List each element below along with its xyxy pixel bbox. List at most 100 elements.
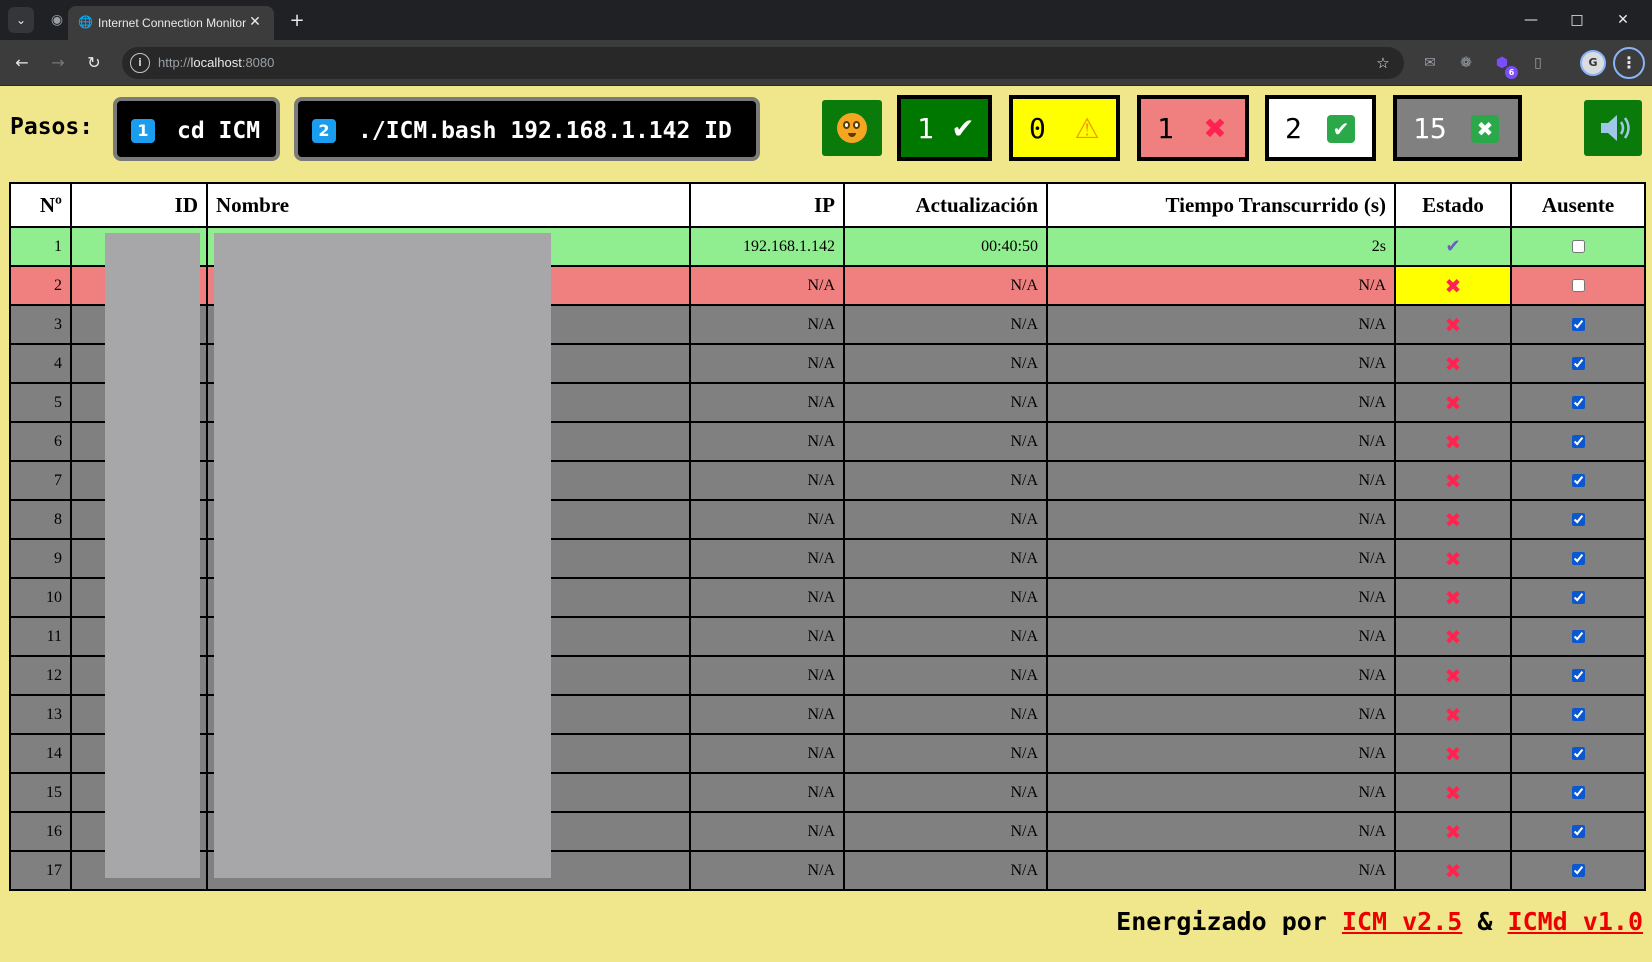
absent-checkbox[interactable] bbox=[1571, 669, 1585, 683]
col-header-num[interactable]: Nº bbox=[9, 182, 72, 228]
icmd-version-link[interactable]: ICMd v1.0 bbox=[1508, 907, 1643, 936]
absent-checkbox[interactable] bbox=[1571, 552, 1585, 566]
row-update: N/A bbox=[843, 694, 1048, 735]
sound-toggle-button[interactable] bbox=[1584, 100, 1642, 156]
absent-checkbox[interactable] bbox=[1571, 240, 1585, 254]
absent-checkbox[interactable] bbox=[1571, 786, 1585, 800]
minimize-button[interactable]: — bbox=[1508, 0, 1554, 40]
warning-count-box: 0 ⚠ bbox=[1009, 95, 1120, 161]
browser-tab-active[interactable]: 🌐 Internet Connection Monitor ✕ bbox=[68, 6, 274, 40]
row-elapsed: N/A bbox=[1046, 733, 1396, 774]
row-ip: N/A bbox=[689, 733, 845, 774]
absent-checkbox[interactable] bbox=[1571, 474, 1585, 488]
row-status: ✖ bbox=[1394, 772, 1512, 813]
warning-icon: ⚠ bbox=[1074, 112, 1100, 145]
row-status: ✖ bbox=[1394, 733, 1512, 774]
absent-checkbox[interactable] bbox=[1571, 825, 1585, 839]
shield-extension-icon[interactable]: ⬢ 6 bbox=[1490, 51, 1518, 79]
absent-checkbox[interactable] bbox=[1571, 357, 1585, 371]
absent-checkbox[interactable] bbox=[1571, 864, 1585, 878]
reload-icon[interactable]: ↻ bbox=[80, 49, 108, 77]
row-update: N/A bbox=[843, 655, 1048, 696]
absent-checkbox[interactable] bbox=[1571, 318, 1585, 332]
col-header-name[interactable]: Nombre bbox=[206, 182, 691, 228]
row-elapsed: N/A bbox=[1046, 304, 1396, 345]
row-number: 11 bbox=[9, 616, 72, 657]
present-count: 2 bbox=[1285, 112, 1302, 145]
row-update: N/A bbox=[843, 421, 1048, 462]
absent-checkbox[interactable] bbox=[1571, 708, 1585, 722]
row-ip: N/A bbox=[689, 772, 845, 813]
extension-badge: 6 bbox=[1505, 66, 1518, 79]
row-update: N/A bbox=[843, 304, 1048, 345]
tab-search-icon[interactable]: ⌄ bbox=[8, 7, 34, 33]
close-window-button[interactable]: ✕ bbox=[1600, 0, 1646, 40]
row-ip: N/A bbox=[689, 850, 845, 891]
offline-cross-icon: ✖ bbox=[1444, 468, 1462, 493]
row-number: 8 bbox=[9, 499, 72, 540]
col-header-id[interactable]: ID bbox=[70, 182, 208, 228]
row-number: 16 bbox=[9, 811, 72, 852]
row-status: ✖ bbox=[1394, 460, 1512, 501]
tab-close-icon[interactable]: ✕ bbox=[246, 13, 264, 31]
col-header-update[interactable]: Actualización bbox=[843, 182, 1048, 228]
maximize-button[interactable]: □ bbox=[1554, 0, 1600, 40]
row-elapsed: N/A bbox=[1046, 850, 1396, 891]
offline-cross-icon: ✖ bbox=[1444, 351, 1462, 376]
absent-checkbox[interactable] bbox=[1571, 396, 1585, 410]
browser-toolbar: ← → ↻ i http://localhost:8080 ☆ ✉ ❁ ⬢ 6 ▯ bbox=[0, 40, 1652, 86]
mail-extension-icon[interactable]: ✉ bbox=[1418, 51, 1442, 75]
absent-checkbox[interactable] bbox=[1571, 630, 1585, 644]
row-elapsed: N/A bbox=[1046, 655, 1396, 696]
offline-cross-icon: ✖ bbox=[1444, 429, 1462, 454]
row-absent bbox=[1510, 694, 1646, 735]
emoji-mode-button[interactable] bbox=[822, 100, 882, 156]
row-absent bbox=[1510, 265, 1646, 306]
row-absent bbox=[1510, 733, 1646, 774]
absent-checkbox[interactable] bbox=[1571, 591, 1585, 605]
row-elapsed: 2s bbox=[1046, 226, 1396, 267]
row-absent bbox=[1510, 382, 1646, 423]
forward-icon[interactable]: → bbox=[44, 49, 72, 77]
offline-cross-icon: ✖ bbox=[1444, 585, 1462, 610]
row-elapsed: N/A bbox=[1046, 694, 1396, 735]
puzzle-extensions-icon[interactable]: ▯ bbox=[1526, 51, 1550, 75]
row-number: 14 bbox=[9, 733, 72, 774]
inactive-tab-icon[interactable]: ◉ bbox=[46, 9, 68, 31]
back-icon[interactable]: ← bbox=[8, 49, 36, 77]
absent-checkbox[interactable] bbox=[1571, 513, 1585, 527]
row-update: N/A bbox=[843, 265, 1048, 306]
col-header-ip[interactable]: IP bbox=[689, 182, 845, 228]
row-ip: N/A bbox=[689, 577, 845, 618]
offline-cross-icon: ✖ bbox=[1444, 390, 1462, 415]
absent-checkbox[interactable] bbox=[1571, 435, 1585, 449]
row-status: ✖ bbox=[1394, 304, 1512, 345]
col-header-absent[interactable]: Ausente bbox=[1510, 182, 1646, 228]
absent-checkbox[interactable] bbox=[1571, 279, 1585, 293]
offline-cross-icon: ✖ bbox=[1444, 273, 1462, 298]
profile-avatar[interactable]: G bbox=[1580, 50, 1606, 76]
absent-checkbox[interactable] bbox=[1571, 747, 1585, 761]
new-tab-button[interactable]: + bbox=[284, 8, 310, 34]
site-info-icon[interactable]: i bbox=[130, 53, 150, 73]
row-number: 2 bbox=[9, 265, 72, 306]
offline-cross-icon: ✖ bbox=[1444, 312, 1462, 337]
col-header-status[interactable]: Estado bbox=[1394, 182, 1512, 228]
offline-count: 1 bbox=[1157, 112, 1174, 145]
extension-icon[interactable]: ❁ bbox=[1454, 51, 1478, 75]
row-elapsed: N/A bbox=[1046, 460, 1396, 501]
row-status: ✖ bbox=[1394, 616, 1512, 657]
bookmark-star-icon[interactable]: ☆ bbox=[1372, 52, 1394, 74]
check-box-icon: ✔ bbox=[1327, 115, 1355, 143]
col-header-elapsed[interactable]: Tiempo Transcurrido (s) bbox=[1046, 182, 1396, 228]
address-bar[interactable]: i http://localhost:8080 ☆ bbox=[122, 47, 1404, 79]
offline-cross-icon: ✖ bbox=[1444, 858, 1462, 883]
row-number: 4 bbox=[9, 343, 72, 384]
url-text[interactable]: http://localhost:8080 bbox=[158, 53, 274, 73]
smiley-face-icon bbox=[837, 113, 867, 143]
row-number: 12 bbox=[9, 655, 72, 696]
row-number: 1 bbox=[9, 226, 72, 267]
redacted-name-block bbox=[214, 233, 551, 878]
browser-menu-icon[interactable]: ⋮ bbox=[1613, 47, 1645, 79]
icm-version-link[interactable]: ICM v2.5 bbox=[1342, 907, 1462, 936]
